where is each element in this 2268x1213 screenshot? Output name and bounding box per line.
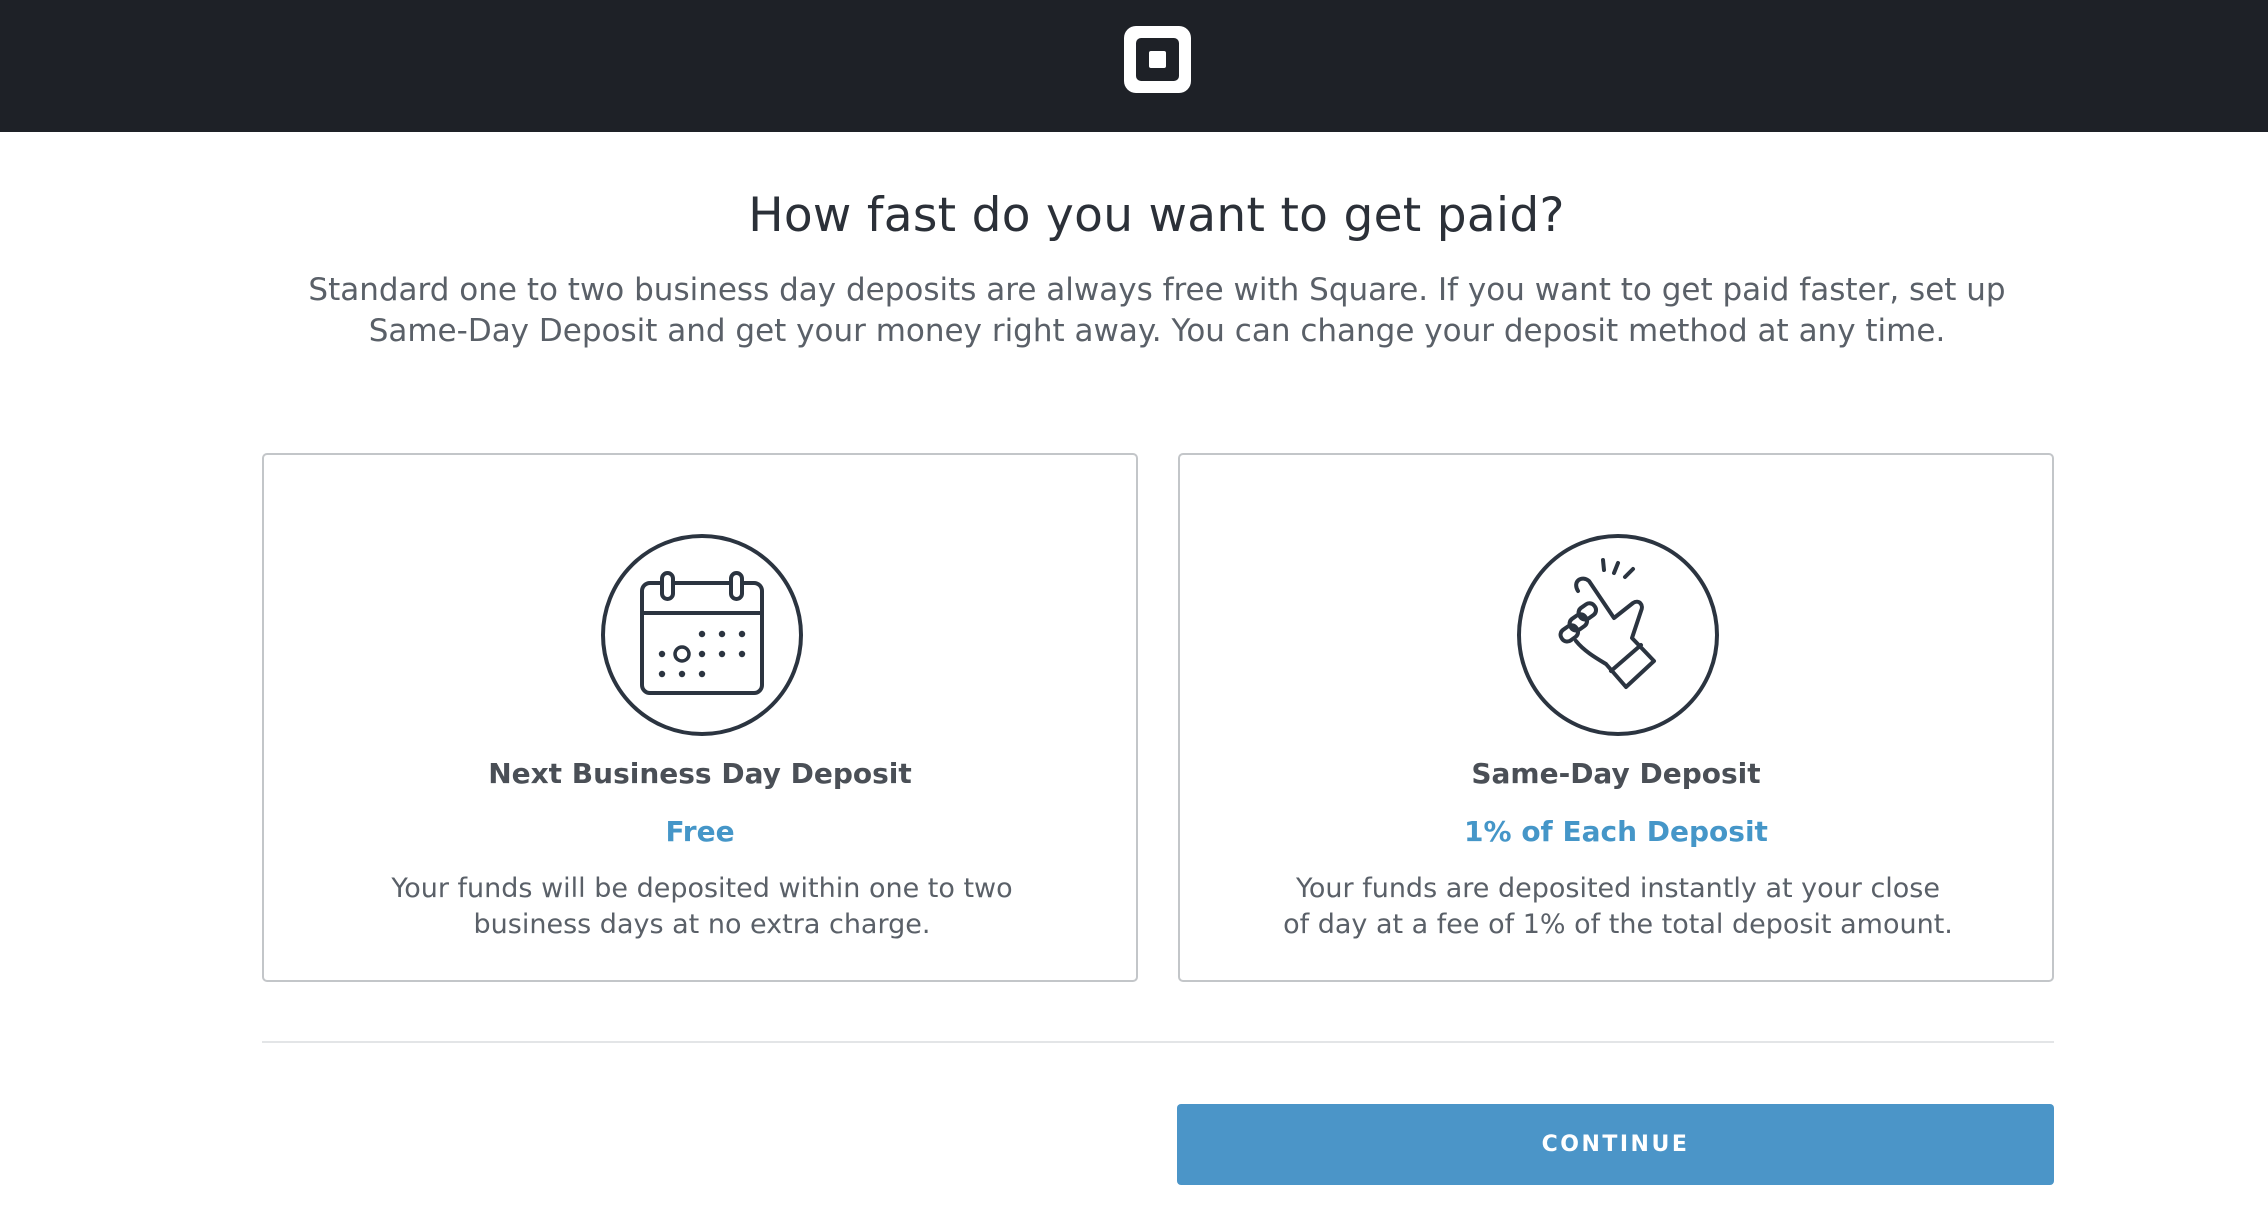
section-divider [262, 1041, 2054, 1043]
page-subtitle: Standard one to two business day deposit… [308, 272, 2006, 349]
option-price: 1% of Each Deposit [1464, 815, 1768, 848]
calendar-icon [600, 533, 804, 737]
option-description: Your funds will be deposited within one … [391, 873, 1013, 940]
snap-fingers-icon [1516, 533, 1720, 737]
option-title: Same-Day Deposit [1471, 757, 1761, 790]
square-logo-icon[interactable] [1124, 26, 1191, 93]
continue-button[interactable]: CONTINUE [1177, 1104, 2054, 1185]
option-title: Next Business Day Deposit [488, 757, 912, 790]
top-header-bar [0, 0, 2268, 132]
option-card-same-day[interactable]: Same-Day Deposit 1% of Each Deposit Your… [1178, 453, 2054, 982]
page-title: How fast do you want to get paid? [748, 188, 1565, 243]
option-card-next-business-day[interactable]: Next Business Day Deposit Free Your fund… [262, 453, 1138, 982]
option-description: Your funds are deposited instantly at yo… [1283, 873, 1953, 940]
option-price: Free [665, 815, 735, 848]
